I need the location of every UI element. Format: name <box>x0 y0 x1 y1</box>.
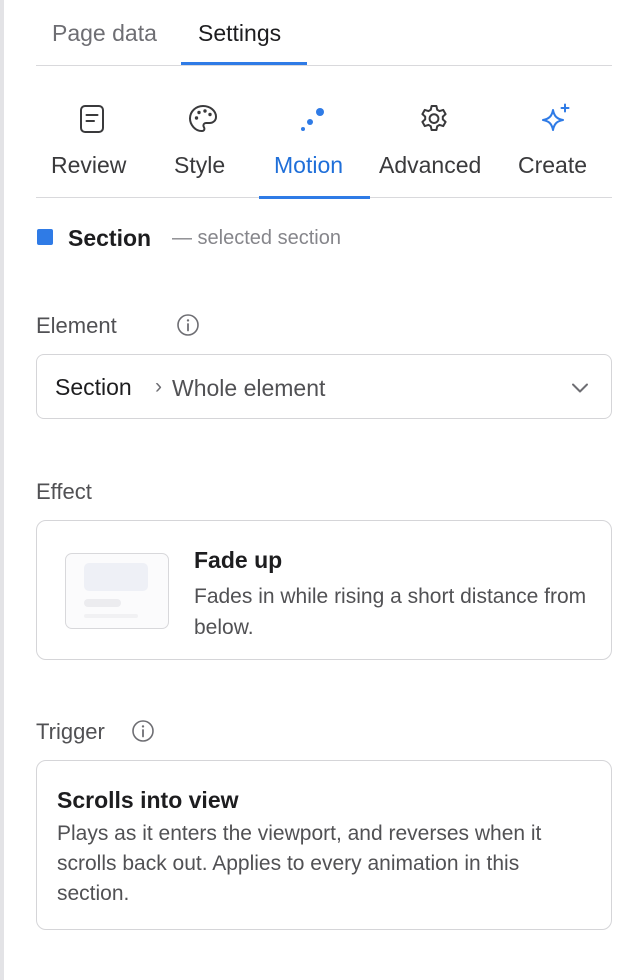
active-tab-indicator <box>181 62 307 65</box>
element-select-value: Section <box>55 374 132 400</box>
top-tab-bar: Page data Settings <box>36 0 612 66</box>
tab-page-data[interactable]: Page data <box>52 20 157 47</box>
trigger-label: Trigger <box>36 719 105 744</box>
section-color-swatch <box>37 229 53 245</box>
motion-dots-icon <box>301 108 324 131</box>
selected-section-name: Section <box>68 225 152 251</box>
selected-section-description: — selected section <box>172 227 341 249</box>
selected-section-row: Section — selected section <box>36 225 612 251</box>
effect-card[interactable]: Fade up Fades in while rising a short di… <box>36 520 612 660</box>
element-label: Element <box>36 313 117 338</box>
tab-advanced[interactable]: Advanced <box>376 66 496 198</box>
info-icon[interactable] <box>131 719 155 743</box>
trigger-description: Plays as it enters the viewport, and rev… <box>57 822 542 905</box>
tab-motion[interactable]: Motion <box>259 66 370 199</box>
tab-style-label: Style <box>174 152 226 178</box>
tab-style[interactable]: Style <box>154 66 258 198</box>
effect-label: Effect <box>36 479 92 504</box>
chevron-down-icon <box>572 383 588 393</box>
tab-create-label: Create <box>518 152 588 178</box>
settings-panel: Page data Settings Review Style Motion A… <box>36 0 612 930</box>
gear-icon <box>421 105 447 131</box>
document-icon <box>80 105 104 133</box>
effect-description: Fades in while rising a short distance f… <box>194 585 587 639</box>
settings-section-tabs: Review Style Motion Advanced Create <box>36 66 612 199</box>
tab-review[interactable]: Review <box>36 66 148 198</box>
effect-preview-thumbnail <box>65 553 169 629</box>
sparkle-icon <box>542 103 570 131</box>
tab-advanced-label: Advanced <box>379 152 482 178</box>
element-select-subvalue: Whole element <box>172 375 326 401</box>
tab-review-label: Review <box>51 152 127 178</box>
breadcrumb-separator: › <box>155 375 162 398</box>
info-icon[interactable] <box>176 313 200 337</box>
trigger-card[interactable]: Scrolls into view Plays as it enters the… <box>36 760 612 930</box>
tab-create[interactable]: Create <box>510 66 600 198</box>
element-select[interactable]: Section › Whole element <box>36 354 612 419</box>
tab-settings[interactable]: Settings <box>198 20 281 47</box>
palette-icon <box>189 105 217 132</box>
active-tab-indicator <box>259 196 370 199</box>
tab-motion-label: Motion <box>274 152 344 178</box>
effect-title: Fade up <box>194 547 283 573</box>
trigger-title: Scrolls into view <box>57 787 239 813</box>
panel-left-edge <box>0 0 4 980</box>
